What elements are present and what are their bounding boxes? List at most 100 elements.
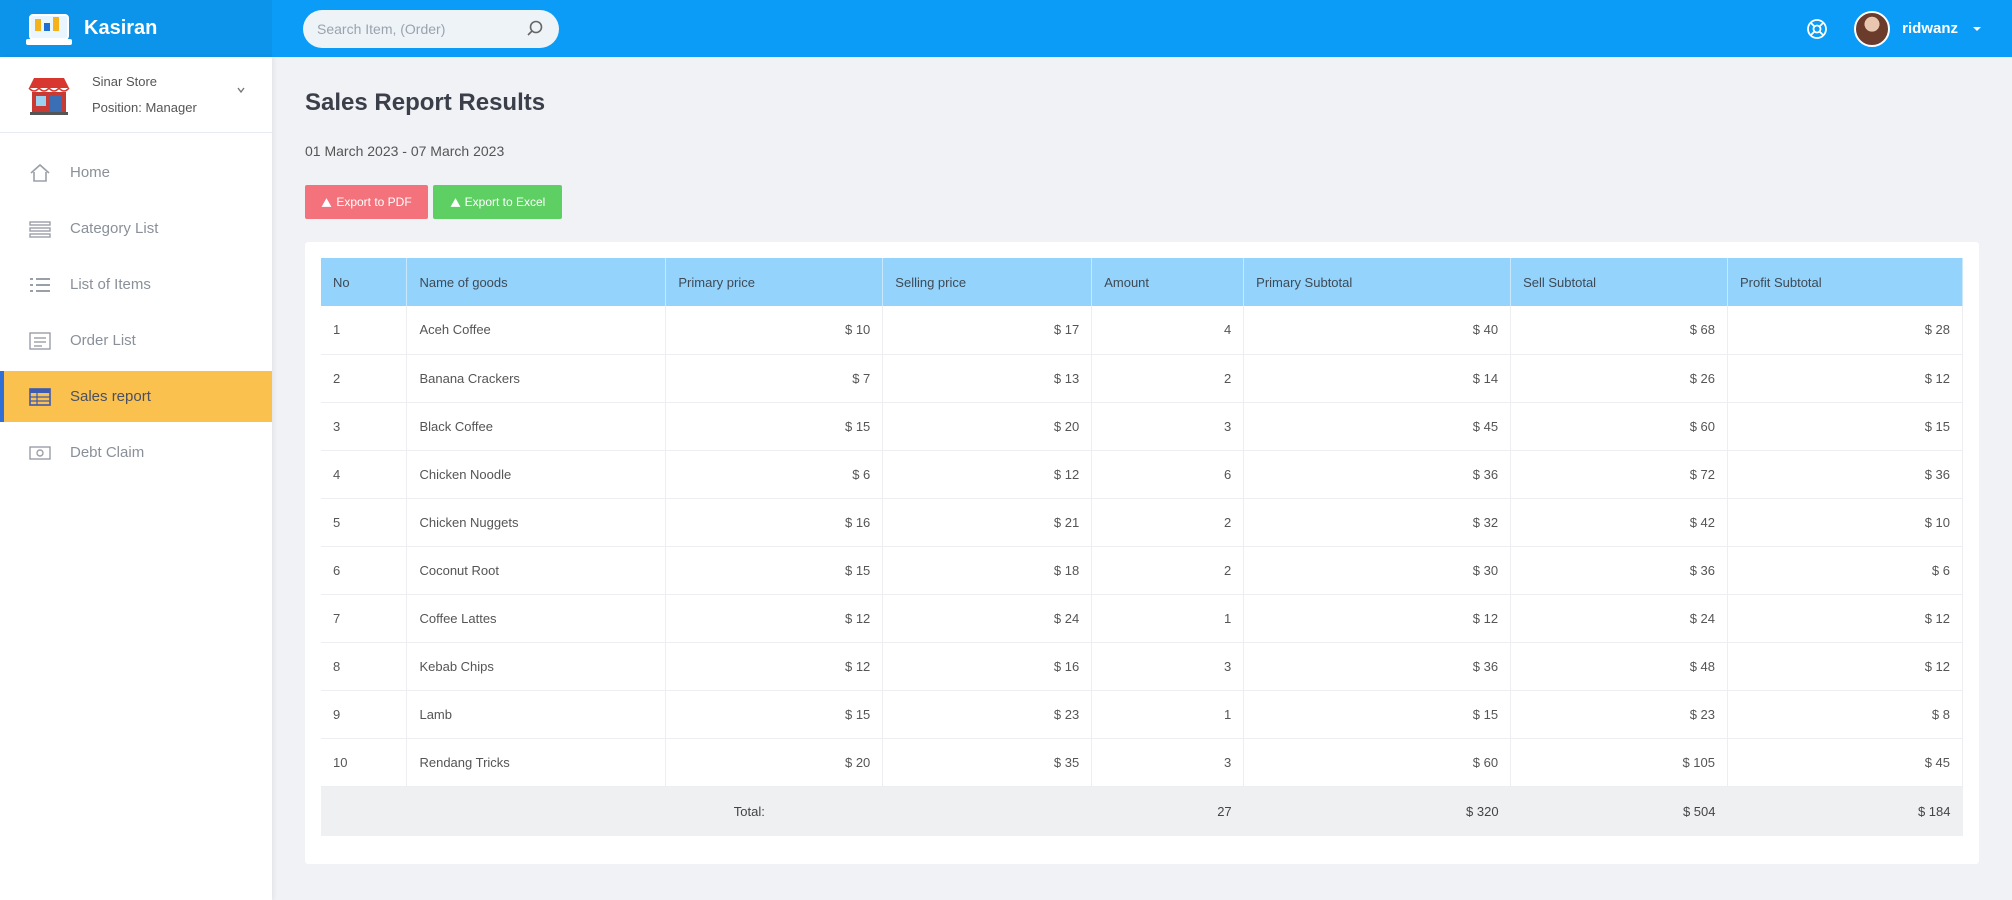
header-name[interactable]: Name of goods: [406, 258, 667, 306]
cell-primary-price: $ 15: [665, 546, 884, 595]
home-icon: [30, 163, 50, 182]
store-position: Position: Manager: [92, 99, 197, 115]
cell-name: Lamb: [406, 690, 667, 739]
cell-profit-subtotal: $ 8: [1727, 690, 1963, 739]
sidebar-menu: Home Category List List of Items Order L…: [0, 133, 272, 478]
cell-amount: 6: [1091, 450, 1245, 499]
table-row: 2 Banana Crackers $ 7 $ 13 2 $ 14 $ 26 $…: [321, 354, 1963, 403]
header-primary-subtotal[interactable]: Primary Subtotal: [1243, 258, 1512, 306]
sidebar-item-sales-report[interactable]: Sales report: [0, 371, 272, 422]
cell-primary-price: $ 12: [665, 642, 884, 691]
sidebar-item-label: List of Items: [70, 276, 151, 293]
report-card: No Name of goods Primary price Selling p…: [305, 242, 1979, 864]
table-row: 1 Aceh Coffee $ 10 $ 17 4 $ 40 $ 68 $ 28: [321, 306, 1963, 355]
cell-profit-subtotal: $ 12: [1727, 354, 1963, 403]
cell-no: 6: [321, 546, 408, 595]
warning-icon: [450, 197, 461, 207]
header-primary-price[interactable]: Primary price: [665, 258, 884, 306]
header-profit-subtotal[interactable]: Profit Subtotal: [1727, 258, 1963, 306]
sidebar-item-label: Home: [70, 164, 111, 181]
cell-selling-price: $ 35: [882, 738, 1093, 787]
cell-profit-subtotal: $ 36: [1727, 450, 1963, 499]
search-icon[interactable]: [525, 19, 545, 39]
cell-selling-price: $ 20: [882, 402, 1093, 451]
cell-primary-price: $ 16: [665, 498, 884, 547]
table-row: 5 Chicken Nuggets $ 16 $ 21 2 $ 32 $ 42 …: [321, 498, 1963, 547]
cell-sell-subtotal: $ 48: [1510, 642, 1728, 691]
cell-name: Coffee Lattes: [406, 594, 667, 643]
chevron-down-icon[interactable]: [236, 85, 246, 95]
header-selling-price[interactable]: Selling price: [882, 258, 1093, 306]
cell-amount: 2: [1091, 546, 1245, 595]
cell-sell-subtotal: $ 24: [1510, 594, 1728, 643]
cell-primary-subtotal: $ 36: [1243, 642, 1512, 691]
cell-primary-price: $ 20: [665, 738, 884, 787]
avatar[interactable]: [1854, 10, 1891, 47]
cell-primary-price: $ 7: [665, 354, 884, 403]
table-row: 6 Coconut Root $ 15 $ 18 2 $ 30 $ 36 $ 6: [321, 546, 1963, 595]
table-header-row: No Name of goods Primary price Selling p…: [321, 258, 1963, 306]
username[interactable]: ridwanz: [1902, 20, 1958, 37]
table-total-row: Total: 27 $ 320 $ 504 $ 184: [321, 786, 1963, 836]
header-no[interactable]: No: [321, 258, 408, 306]
cell-name: Kebab Chips: [406, 642, 667, 691]
cell-selling-price: $ 23: [882, 690, 1093, 739]
cell-name: Chicken Noodle: [406, 450, 667, 499]
cell-primary-subtotal: $ 32: [1243, 498, 1512, 547]
chevron-down-icon[interactable]: [1972, 24, 1982, 34]
header-amount[interactable]: Amount: [1091, 258, 1245, 306]
cell-primary-price: $ 15: [665, 690, 884, 739]
search-input[interactable]: [317, 21, 507, 37]
store-switcher[interactable]: Sinar Store Position: Manager: [0, 57, 272, 133]
cell-primary-subtotal: $ 40: [1243, 306, 1512, 355]
list-icon: [29, 331, 51, 350]
cell-primary-subtotal: $ 14: [1243, 354, 1512, 403]
brand-name: Kasiran: [84, 17, 158, 39]
cell-amount: 3: [1091, 738, 1245, 787]
top-bar: Kasiran ridwanz: [0, 0, 2012, 57]
cell-selling-price: $ 17: [882, 306, 1093, 355]
cell-primary-price: $ 10: [665, 306, 884, 355]
store-icon: [28, 77, 70, 115]
sidebar-item-order-list[interactable]: Order List: [0, 315, 272, 366]
cell-profit-subtotal: $ 12: [1727, 594, 1963, 643]
total-label: Total:: [406, 786, 1092, 836]
logo-icon: [26, 13, 72, 45]
cell-selling-price: $ 13: [882, 354, 1093, 403]
money-icon: [29, 445, 51, 460]
cell-profit-subtotal: $ 45: [1727, 738, 1963, 787]
cell-name: Rendang Tricks: [406, 738, 667, 787]
help-icon[interactable]: [1806, 18, 1828, 40]
cell-primary-subtotal: $ 60: [1243, 738, 1512, 787]
cell-profit-subtotal: $ 12: [1727, 642, 1963, 691]
cell-sell-subtotal: $ 72: [1510, 450, 1728, 499]
brand[interactable]: Kasiran: [0, 0, 272, 57]
cell-no: 3: [321, 402, 408, 451]
cell-sell-subtotal: $ 26: [1510, 354, 1728, 403]
sales-report-table: No Name of goods Primary price Selling p…: [321, 258, 1963, 836]
list-icon: [30, 277, 50, 292]
sidebar-item-category-list[interactable]: Category List: [0, 203, 272, 254]
export-pdf-button[interactable]: Export to PDF: [305, 185, 428, 219]
cell-no: 5: [321, 498, 408, 547]
page-title: Sales Report Results: [305, 89, 546, 116]
sidebar-item-list-of-items[interactable]: List of Items: [0, 259, 272, 310]
cell-selling-price: $ 18: [882, 546, 1093, 595]
table-row: 3 Black Coffee $ 15 $ 20 3 $ 45 $ 60 $ 1…: [321, 402, 1963, 451]
total-spacer: [321, 786, 407, 836]
cell-name: Banana Crackers: [406, 354, 667, 403]
search-box: [303, 10, 559, 48]
cell-primary-subtotal: $ 45: [1243, 402, 1512, 451]
sidebar-item-debt-claim[interactable]: Debt Claim: [0, 427, 272, 478]
cell-profit-subtotal: $ 6: [1727, 546, 1963, 595]
table-row: 9 Lamb $ 15 $ 23 1 $ 15 $ 23 $ 8: [321, 690, 1963, 739]
cell-no: 10: [321, 738, 408, 787]
sidebar-item-home[interactable]: Home: [0, 147, 272, 198]
sidebar-item-label: Debt Claim: [70, 444, 145, 461]
main-content: Sales Report Results 01 March 2023 - 07 …: [272, 57, 2012, 900]
cell-selling-price: $ 21: [882, 498, 1093, 547]
sidebar-item-label: Order List: [70, 332, 136, 349]
header-sell-subtotal[interactable]: Sell Subtotal: [1510, 258, 1728, 306]
export-excel-label: Export to Excel: [464, 195, 546, 209]
export-excel-button[interactable]: Export to Excel: [433, 185, 562, 219]
